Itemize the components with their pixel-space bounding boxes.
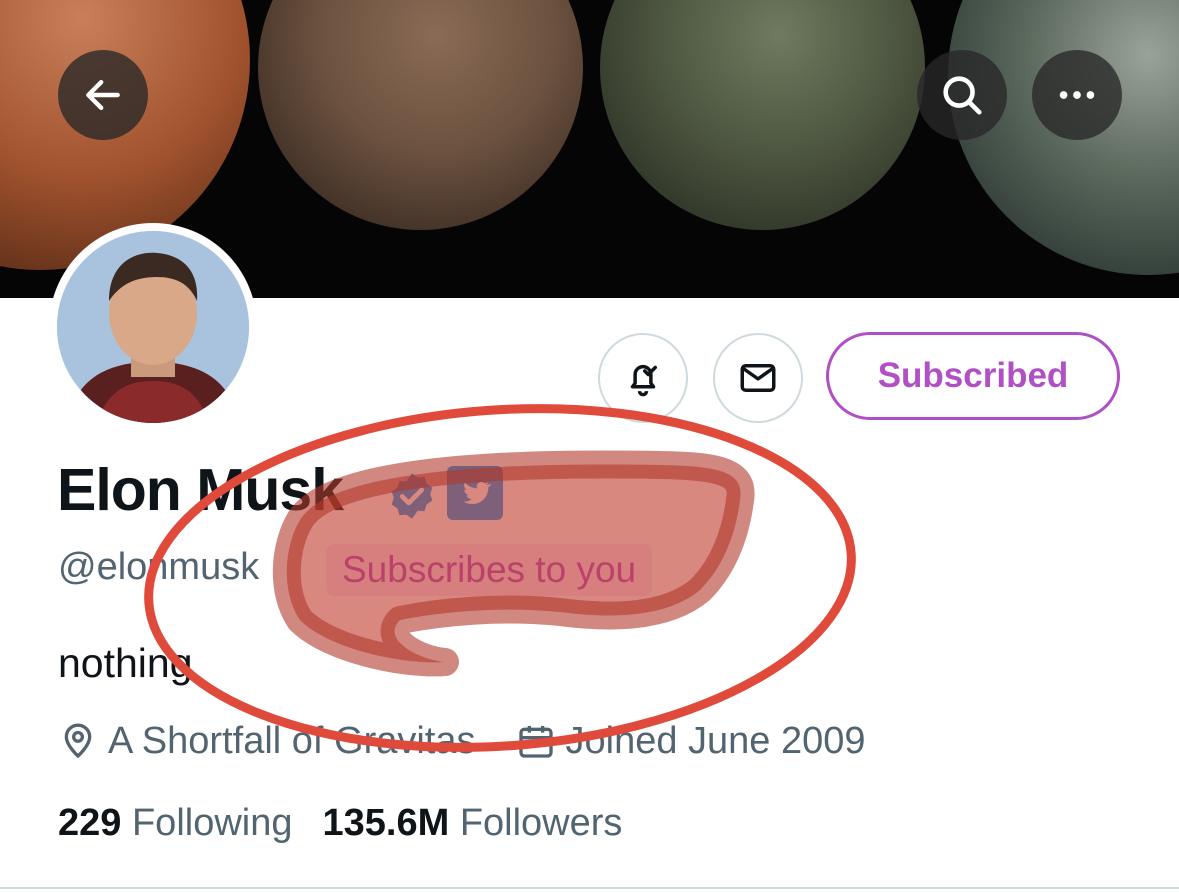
envelope-icon — [740, 364, 776, 392]
following-label: Following — [131, 802, 293, 844]
profile-name: Elon Musk — [57, 457, 344, 523]
arrow-left-icon — [86, 79, 120, 111]
more-horizontal-icon — [1059, 91, 1095, 99]
joined-text: Joined June 2009 — [565, 719, 866, 762]
banner-planet-3 — [600, 0, 925, 230]
message-button[interactable] — [713, 333, 803, 423]
joined-item: Joined June 2009 — [516, 720, 866, 763]
bottom-divider — [0, 887, 1179, 889]
more-button[interactable] — [1032, 50, 1122, 140]
subscribed-button[interactable]: Subscribed — [826, 332, 1120, 420]
location-item: A Shortfall of Gravitas — [58, 720, 476, 763]
location-pin-icon — [64, 723, 92, 759]
profile-handle: @elonmusk — [58, 546, 260, 588]
following-count: 229 — [58, 802, 122, 844]
followers-label: Followers — [459, 802, 623, 844]
followers-stat[interactable]: 135.6M Followers — [323, 802, 623, 845]
back-button[interactable] — [58, 50, 148, 140]
bird-icon — [463, 482, 492, 505]
twitter-affiliate-badge — [447, 466, 503, 520]
calendar-icon — [518, 726, 553, 758]
search-icon — [943, 76, 982, 115]
notifications-button[interactable] — [598, 333, 688, 423]
profile-avatar[interactable] — [49, 223, 257, 431]
profile-meta-row: A Shortfall of Gravitas Joined June 2009 — [58, 716, 906, 766]
avatar-photo — [57, 231, 249, 423]
following-stat[interactable]: 229 Following — [58, 802, 293, 845]
profile-bio: nothing — [58, 640, 193, 686]
location-text: A Shortfall of Gravitas — [108, 719, 476, 762]
verified-badge-icon — [391, 473, 433, 519]
profile-stats-row: 229 Following 135.6M Followers — [58, 802, 652, 845]
followers-count: 135.6M — [322, 802, 450, 844]
bell-check-icon — [630, 364, 657, 397]
banner-planet-2 — [258, 0, 583, 230]
subscribes-to-you-badge: Subscribes to you — [326, 544, 653, 596]
search-button[interactable] — [917, 50, 1007, 140]
